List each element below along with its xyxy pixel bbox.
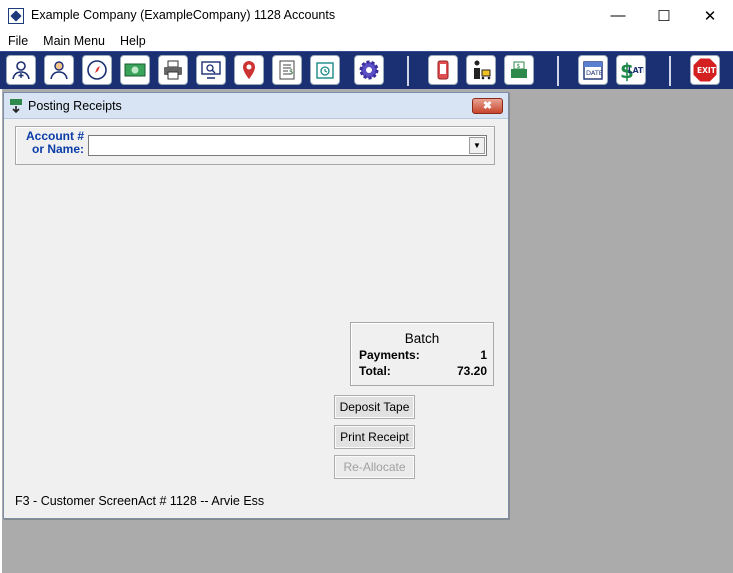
printer-icon <box>164 60 182 80</box>
account-dropdown-button[interactable]: ▼ <box>469 137 485 154</box>
deposit-tape-button[interactable]: Deposit Tape <box>334 395 415 419</box>
toolbar: $ $ DATE $LATE EXIT <box>0 51 733 89</box>
account-label: Account # or Name: <box>22 130 84 156</box>
gear-icon <box>359 60 379 80</box>
payments-value: 1 <box>480 348 487 362</box>
svg-text:$: $ <box>289 68 293 76</box>
schedule-button[interactable] <box>310 55 340 85</box>
money-button[interactable] <box>120 55 150 85</box>
receipt-icon <box>10 99 22 113</box>
cash-register-icon: $ <box>511 61 527 78</box>
exit-sign-icon: EXIT <box>692 57 718 83</box>
document-dollar-icon: $ <box>279 60 295 80</box>
monitor-search-icon <box>201 61 221 79</box>
user-profile-icon <box>50 61 68 80</box>
title-bar[interactable]: Example Company (ExampleCompany) 1128 Ac… <box>0 0 733 31</box>
user-profile-button[interactable] <box>44 55 74 85</box>
dialog-title: Posting Receipts <box>28 99 122 113</box>
total-label: Total: <box>359 364 391 378</box>
window-title: Example Company (ExampleCompany) 1128 Ac… <box>31 8 336 22</box>
minimize-button[interactable]: — <box>595 0 641 31</box>
batch-title: Batch <box>404 331 440 346</box>
printer-button[interactable] <box>158 55 188 85</box>
collections-button[interactable] <box>466 55 496 85</box>
date-calendar-icon: DATE <box>583 61 603 80</box>
print-receipt-button[interactable]: Print Receipt <box>334 425 415 449</box>
svg-text:$: $ <box>517 63 521 70</box>
account-input[interactable] <box>89 136 469 155</box>
posting-receipts-dialog: Posting Receipts ✖ Account # or Name: ▼ … <box>3 92 509 519</box>
late-label: LATE <box>628 66 644 75</box>
late-dollar-icon: $LATE <box>620 59 644 83</box>
menu-help[interactable]: Help <box>112 31 153 51</box>
date-label: DATE <box>586 69 603 77</box>
user-add-icon <box>12 61 30 80</box>
maximize-button[interactable]: ☐ <box>641 0 687 31</box>
account-combobox[interactable]: ▼ <box>88 135 487 156</box>
statement-button[interactable]: $ <box>272 55 302 85</box>
location-pin-icon <box>243 61 255 79</box>
account-lookup-group: Account # or Name: ▼ <box>15 126 495 165</box>
compass-button[interactable] <box>82 55 112 85</box>
status-line: F3 - Customer ScreenAct # 1128 -- Arvie … <box>15 494 265 508</box>
toolbar-separator <box>669 56 671 86</box>
monitor-search-button[interactable] <box>196 55 226 85</box>
batch-panel: Batch Payments: 1 Total: 73.20 <box>350 322 494 386</box>
app-logo-icon[interactable] <box>8 8 24 24</box>
toolbar-separator <box>557 56 559 86</box>
menu-main-menu[interactable]: Main Menu <box>35 31 112 51</box>
payments-label: Payments: <box>359 348 420 362</box>
settings-button[interactable] <box>354 55 384 85</box>
date-button[interactable]: DATE <box>578 55 608 85</box>
close-window-button[interactable]: ✕ <box>687 0 733 31</box>
phone-icon <box>437 60 449 80</box>
menu-bar: File Main Menu Help <box>0 31 733 51</box>
dialog-close-button[interactable]: ✖ <box>472 98 503 114</box>
location-button[interactable] <box>234 55 264 85</box>
account-label-line2: or Name: <box>31 142 84 156</box>
exit-button[interactable]: EXIT <box>690 55 720 85</box>
late-charges-button[interactable]: $LATE <box>616 55 646 85</box>
exit-label: EXIT <box>697 66 717 75</box>
menu-file[interactable]: File <box>0 31 35 51</box>
re-allocate-button[interactable]: Re-Allocate <box>334 455 415 479</box>
total-value: 73.20 <box>456 364 487 378</box>
money-icon <box>124 63 146 77</box>
user-add-button[interactable] <box>6 55 36 85</box>
cash-register-button[interactable]: $ <box>504 55 534 85</box>
dialog-title-bar[interactable]: Posting Receipts ✖ <box>4 93 508 119</box>
phone-button[interactable] <box>428 55 458 85</box>
calendar-clock-icon <box>316 62 334 79</box>
person-cart-icon <box>474 60 491 80</box>
compass-icon <box>87 60 107 80</box>
toolbar-separator <box>407 56 409 86</box>
